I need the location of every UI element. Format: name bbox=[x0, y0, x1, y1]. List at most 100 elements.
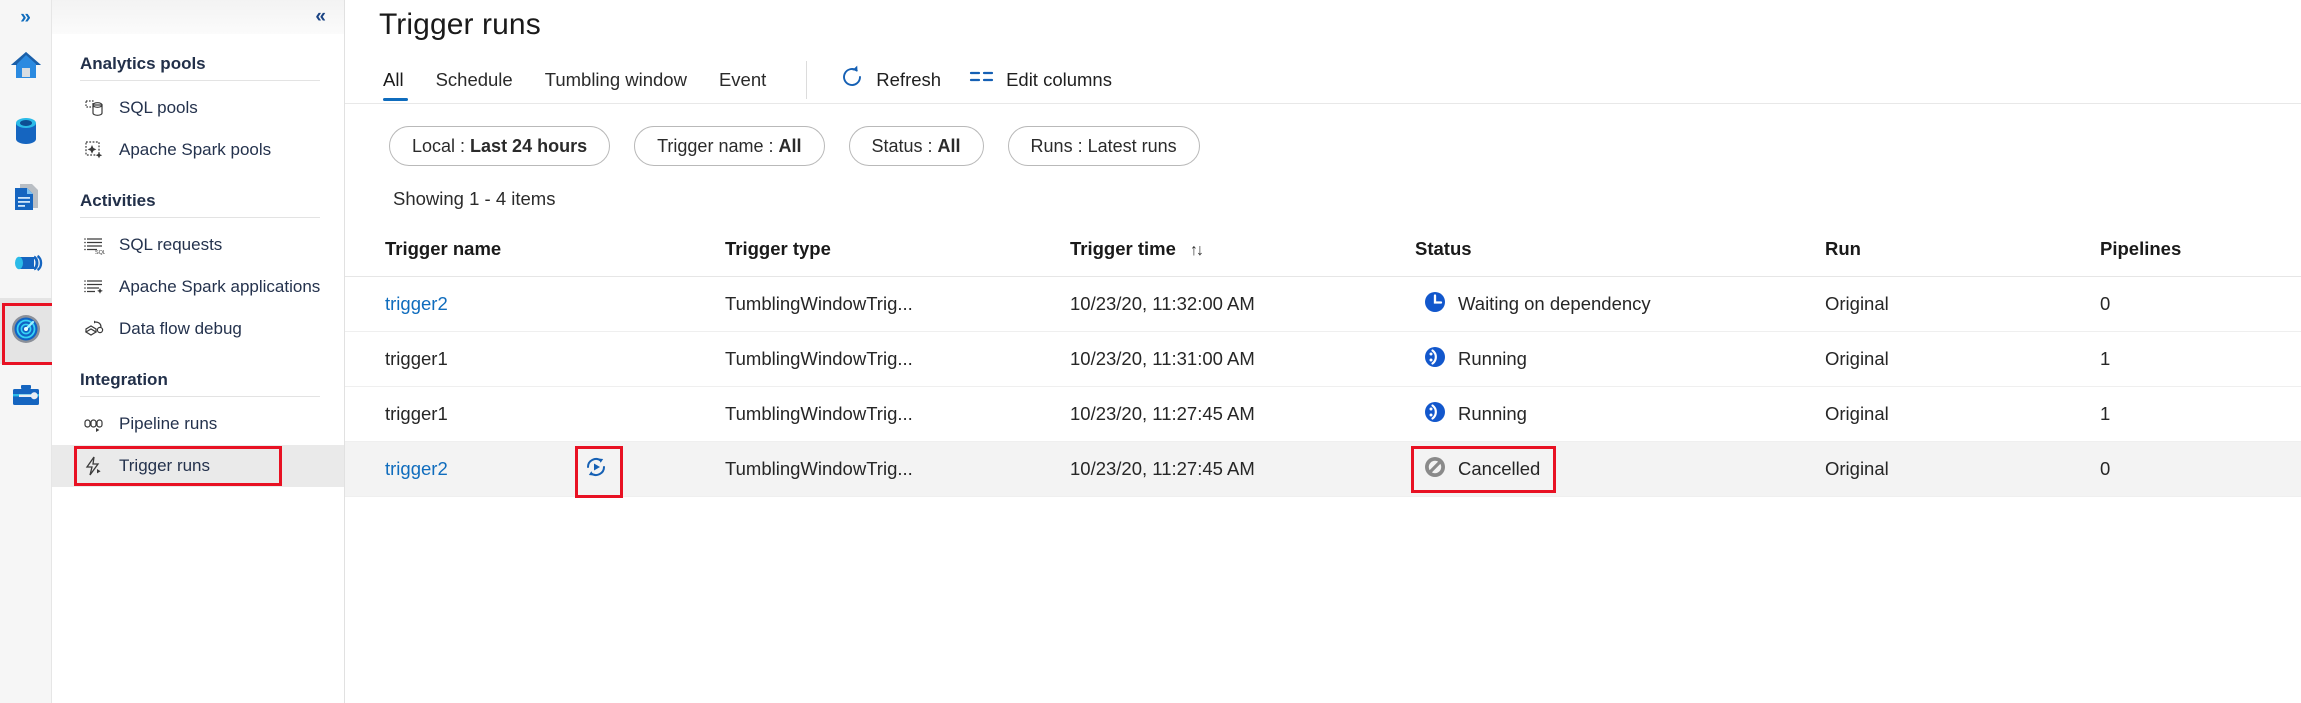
sql-request-icon: SQL bbox=[82, 233, 106, 257]
cell-pipelines: 0 bbox=[2100, 442, 2301, 497]
tab-label: Tumbling window bbox=[545, 69, 687, 91]
sidebar-item-label: SQL pools bbox=[119, 98, 198, 118]
results-count: Showing 1 - 4 items bbox=[345, 166, 2301, 210]
spark-application-icon bbox=[82, 275, 106, 299]
cell-trigger-type: TumblingWindowTrig... bbox=[725, 442, 1070, 497]
table-row[interactable]: trigger2 TumblingWindowTrig... 10/23/20,… bbox=[345, 277, 2301, 332]
column-header-pipelines[interactable]: Pipelines bbox=[2100, 228, 2301, 277]
filter-status[interactable]: Status : All bbox=[849, 126, 984, 166]
chevron-double-right-icon[interactable]: » bbox=[20, 8, 31, 27]
column-header-trigger-name[interactable]: Trigger name bbox=[345, 228, 725, 277]
trigger-name-text: trigger1 bbox=[385, 348, 573, 370]
tab-label: Schedule bbox=[436, 69, 513, 91]
sidebar-group-activities: Activities bbox=[52, 191, 344, 217]
sidebar-item-apache-spark-applications[interactable]: Apache Spark applications bbox=[52, 266, 344, 308]
main-content: Trigger runs All Schedule Tumbling windo… bbox=[345, 0, 2301, 703]
cell-trigger-time: 10/23/20, 11:31:00 AM bbox=[1070, 332, 1415, 387]
toolbar-divider bbox=[806, 61, 807, 99]
tab-label: All bbox=[383, 69, 404, 91]
column-header-trigger-time[interactable]: Trigger time ↑↓ bbox=[1070, 228, 1415, 277]
column-label: Run bbox=[1825, 238, 1861, 259]
trigger-name-link[interactable]: trigger2 bbox=[385, 458, 573, 480]
page-title: Trigger runs bbox=[345, 0, 2301, 42]
chevron-double-left-icon[interactable]: « bbox=[315, 6, 326, 28]
sidebar-item-sql-pools[interactable]: SQL pools bbox=[52, 87, 344, 129]
status-label: Running bbox=[1458, 403, 1527, 425]
table-body: trigger2 TumblingWindowTrig... 10/23/20,… bbox=[345, 277, 2301, 497]
rerun-icon bbox=[582, 453, 610, 486]
cell-trigger-name: trigger1 bbox=[345, 332, 725, 387]
rail-item-data[interactable] bbox=[0, 100, 52, 166]
spark-pool-icon bbox=[82, 138, 106, 162]
rail-item-develop[interactable] bbox=[0, 166, 52, 232]
cancelled-icon bbox=[1423, 455, 1447, 484]
column-header-trigger-type[interactable]: Trigger type bbox=[725, 228, 1070, 277]
refresh-icon bbox=[839, 64, 865, 95]
sidebar-item-pipeline-runs[interactable]: Pipeline runs bbox=[52, 403, 344, 445]
rail-item-manage[interactable] bbox=[0, 364, 52, 430]
rail-item-monitor[interactable] bbox=[0, 298, 52, 364]
filter-trigger-name[interactable]: Trigger name : All bbox=[634, 126, 824, 166]
tab-tumbling-window[interactable]: Tumbling window bbox=[529, 57, 703, 103]
sidebar-item-sql-requests[interactable]: SQL SQL requests bbox=[52, 224, 344, 266]
filter-value: All bbox=[938, 136, 961, 157]
cell-status: Waiting on dependency bbox=[1415, 277, 1825, 332]
table-row[interactable]: trigger2 bbox=[345, 442, 2301, 497]
tab-all[interactable]: All bbox=[379, 57, 420, 103]
cell-pipelines: 0 bbox=[2100, 277, 2301, 332]
cell-pipelines[interactable]: 1 bbox=[2100, 387, 2301, 442]
table-row[interactable]: trigger1 TumblingWindowTrig... 10/23/20,… bbox=[345, 332, 2301, 387]
clock-icon bbox=[1423, 290, 1447, 319]
refresh-button[interactable]: Refresh bbox=[825, 58, 955, 102]
filter-value: All bbox=[778, 136, 801, 157]
sidebar-item-label: Apache Spark pools bbox=[119, 140, 271, 160]
column-header-run[interactable]: Run bbox=[1825, 228, 2100, 277]
rail-item-home[interactable] bbox=[0, 34, 52, 100]
column-label: Trigger type bbox=[725, 238, 831, 259]
cell-run: Original bbox=[1825, 332, 2100, 387]
table-header: Trigger name Trigger type Trigger time ↑… bbox=[345, 228, 2301, 277]
sidebar-group-analytics-pools: Analytics pools bbox=[52, 54, 344, 80]
filter-runs[interactable]: Runs : Latest runs bbox=[1008, 126, 1200, 166]
filter-value: Last 24 hours bbox=[470, 136, 587, 157]
table-row[interactable]: trigger1 TumblingWindowTrig... 10/23/20,… bbox=[345, 387, 2301, 442]
filter-local[interactable]: Local : Last 24 hours bbox=[389, 126, 610, 166]
monitor-sidebar: « Analytics pools SQL pools bbox=[52, 0, 345, 703]
column-label: Trigger name bbox=[385, 238, 501, 259]
cell-trigger-name: trigger1 bbox=[345, 387, 725, 442]
column-label: Pipelines bbox=[2100, 238, 2181, 259]
cell-pipelines[interactable]: 1 bbox=[2100, 332, 2301, 387]
sidebar-item-label: Pipeline runs bbox=[119, 414, 217, 434]
cell-trigger-time: 10/23/20, 11:32:00 AM bbox=[1070, 277, 1415, 332]
cell-status: Running bbox=[1415, 387, 1825, 442]
rail-expand-row: » bbox=[0, 0, 51, 34]
rail-item-integrate[interactable] bbox=[0, 232, 52, 298]
cell-trigger-time: 10/23/20, 11:27:45 AM bbox=[1070, 442, 1415, 497]
sidebar-item-data-flow-debug[interactable]: Data flow debug bbox=[52, 308, 344, 350]
edit-columns-icon bbox=[969, 67, 995, 92]
divider bbox=[80, 217, 320, 218]
tab-event[interactable]: Event bbox=[703, 57, 782, 103]
rerun-button[interactable] bbox=[573, 446, 619, 492]
sidebar-item-apache-spark-pools[interactable]: Apache Spark pools bbox=[52, 129, 344, 171]
edit-columns-button[interactable]: Edit columns bbox=[955, 58, 1126, 102]
edit-columns-label: Edit columns bbox=[1006, 69, 1112, 91]
filter-label: Local : bbox=[412, 136, 465, 157]
sort-arrows-icon: ↑↓ bbox=[1190, 242, 1202, 259]
divider bbox=[80, 80, 320, 81]
sidebar-item-label: SQL requests bbox=[119, 235, 222, 255]
column-label: Status bbox=[1415, 238, 1472, 259]
column-header-status[interactable]: Status bbox=[1415, 228, 1825, 277]
sidebar-item-trigger-runs[interactable]: Trigger runs bbox=[52, 445, 344, 487]
filter-label: Status : bbox=[872, 136, 933, 157]
running-icon bbox=[1423, 400, 1447, 429]
sql-pool-icon bbox=[82, 96, 106, 120]
cell-trigger-type: TumblingWindowTrig... bbox=[725, 332, 1070, 387]
status-label: Cancelled bbox=[1458, 458, 1540, 480]
trigger-name-link[interactable]: trigger2 bbox=[385, 293, 573, 315]
sidebar-item-label: Trigger runs bbox=[119, 456, 210, 476]
cell-run: Original bbox=[1825, 442, 2100, 497]
tab-schedule[interactable]: Schedule bbox=[420, 57, 529, 103]
data-icon bbox=[9, 114, 43, 153]
home-icon bbox=[9, 48, 43, 87]
